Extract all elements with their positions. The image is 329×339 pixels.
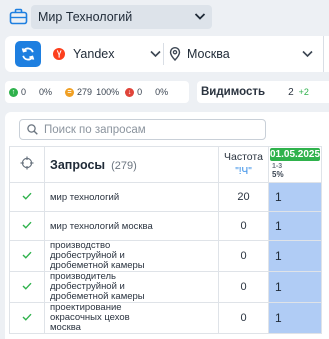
position-cell[interactable]: 1 [267, 271, 323, 303]
stat-down-percent: 0% [155, 87, 169, 97]
chevron-down-icon [302, 50, 313, 58]
position-value: 1 [275, 249, 282, 263]
frequency-value: 0 [240, 312, 247, 324]
table-row[interactable]: производитель дробеструйной и дробеметно… [9, 271, 323, 303]
region-label: Москва [187, 47, 230, 61]
visibility-delta: +2 [298, 87, 309, 97]
visibility-label: Видимость [201, 86, 266, 98]
check-cell [9, 240, 45, 272]
query-cell[interactable]: производитель дробеструйной и дробеметно… [44, 271, 219, 303]
position-value: 1 [275, 311, 282, 325]
query-text: производитель дробеструйной и дробеметно… [50, 271, 145, 302]
region-select[interactable]: Москва [169, 44, 313, 64]
query-text: проектирование окрасочных цехов москва [50, 302, 130, 333]
query-cell[interactable]: проектирование окрасочных цехов москва [44, 302, 219, 334]
equal-icon: = [65, 87, 75, 97]
project-bar: Мир Технологий [0, 0, 329, 36]
frequency-value: 0 [240, 250, 247, 262]
frequency-value: 0 [240, 220, 247, 232]
queries-column-header[interactable]: Запросы (279) [44, 146, 219, 183]
check-cell [9, 182, 45, 212]
divider [163, 43, 164, 65]
query-cell[interactable]: мир технологий [44, 182, 219, 212]
frequency-cell: 0 [218, 240, 269, 272]
table-row[interactable]: мир технологий москва 0 1 [9, 211, 323, 241]
stat-up-percent: 0% [39, 87, 53, 97]
project-name: Мир Технологий [38, 10, 133, 24]
refresh-button[interactable] [15, 41, 41, 67]
date-range: 1-3 [272, 163, 283, 170]
visibility-value: 2 [288, 86, 294, 98]
arrow-up-icon: ↑ [9, 87, 18, 97]
position-value: 1 [275, 190, 282, 204]
stat-up-count: 0 [21, 87, 27, 97]
chevron-down-icon [194, 13, 206, 20]
position-stats: ↑ 0 0% = 279 100% ↓ 0 0% [5, 81, 189, 103]
query-text: мир технологий москва [50, 220, 153, 232]
stat-up[interactable]: ↑ 0 0% [9, 87, 52, 97]
frequency-cell: 20 [218, 182, 269, 212]
frequency-header-label: Частота [224, 151, 263, 163]
search-icon [27, 124, 38, 135]
frequency-cell: 0 [218, 211, 269, 241]
table-row[interactable]: производство дробеструйной и дробеметной… [9, 240, 323, 272]
frequency-value: 0 [240, 281, 247, 293]
stat-down[interactable]: ↓ 0 0% [125, 87, 168, 97]
position-value: 1 [275, 219, 282, 233]
briefcase-icon [9, 8, 28, 25]
queries-table-card: Поиск по запросам Запросы (279) Частота "… [5, 112, 329, 339]
filter-bar: Yandex Москва [5, 36, 329, 72]
stat-same[interactable]: = 279 100% [65, 87, 119, 97]
frequency-value: 20 [237, 191, 250, 203]
table-row[interactable]: проектирование окрасочных цехов москва 0… [9, 302, 323, 334]
target-icon [20, 156, 34, 170]
queries-table: Запросы (279) Частота "!Ч" 01.05.2025 1-3… [9, 146, 323, 334]
visibility-box[interactable]: Видимость 2 +2 [197, 81, 329, 103]
search-engine-label: Yandex [73, 47, 115, 61]
stat-same-percent: 100% [96, 87, 120, 97]
check-icon [22, 221, 32, 229]
search-placeholder: Поиск по запросам [44, 123, 146, 136]
check-icon [22, 282, 32, 290]
table-header-row: Запросы (279) Частота "!Ч" 01.05.2025 1-3… [9, 146, 323, 183]
stat-down-count: 0 [137, 87, 143, 97]
query-cell[interactable]: производство дробеструйной и дробеметной… [44, 240, 219, 272]
filter-bar-edge [323, 36, 329, 72]
check-icon [22, 251, 32, 259]
frequency-cell: 0 [218, 302, 269, 334]
queries-count: (279) [111, 159, 137, 172]
query-text: производство дробеструйной и дробеметной… [50, 240, 145, 271]
check-cell [9, 271, 45, 303]
position-cell[interactable]: 1 [267, 302, 323, 334]
search-input[interactable]: Поиск по запросам [19, 119, 266, 140]
check-cell [9, 302, 45, 334]
project-select[interactable]: Мир Технологий [31, 5, 212, 29]
search-engine-select[interactable]: Yandex [53, 44, 161, 64]
query-cell[interactable]: мир технологий москва [44, 211, 219, 241]
check-icon [22, 313, 32, 321]
position-cell[interactable]: 1 [267, 182, 323, 212]
date-badge: 01.05.2025 [270, 148, 321, 161]
query-text: мир технологий [50, 191, 120, 203]
queries-header-label: Запросы [50, 157, 106, 172]
yandex-logo-icon [53, 48, 65, 60]
check-icon [22, 192, 32, 200]
position-cell[interactable]: 1 [267, 240, 323, 272]
position-value: 1 [275, 280, 282, 294]
frequency-column-header[interactable]: Частота "!Ч" [218, 146, 269, 183]
frequency-mode[interactable]: "!Ч" [235, 166, 252, 177]
arrow-down-icon: ↓ [125, 87, 135, 97]
stat-same-count: 279 [77, 87, 93, 97]
date-column-header[interactable]: 01.05.2025 1-3 5% [267, 146, 323, 183]
check-cell [9, 211, 45, 241]
chevron-down-icon [150, 50, 161, 58]
date-percent: 5% [272, 170, 284, 179]
target-column-header[interactable] [9, 146, 45, 183]
table-row[interactable]: мир технологий 20 1 [9, 182, 323, 212]
location-pin-icon [169, 47, 181, 61]
position-cell[interactable]: 1 [267, 211, 323, 241]
refresh-icon [21, 47, 35, 61]
frequency-cell: 0 [218, 271, 269, 303]
